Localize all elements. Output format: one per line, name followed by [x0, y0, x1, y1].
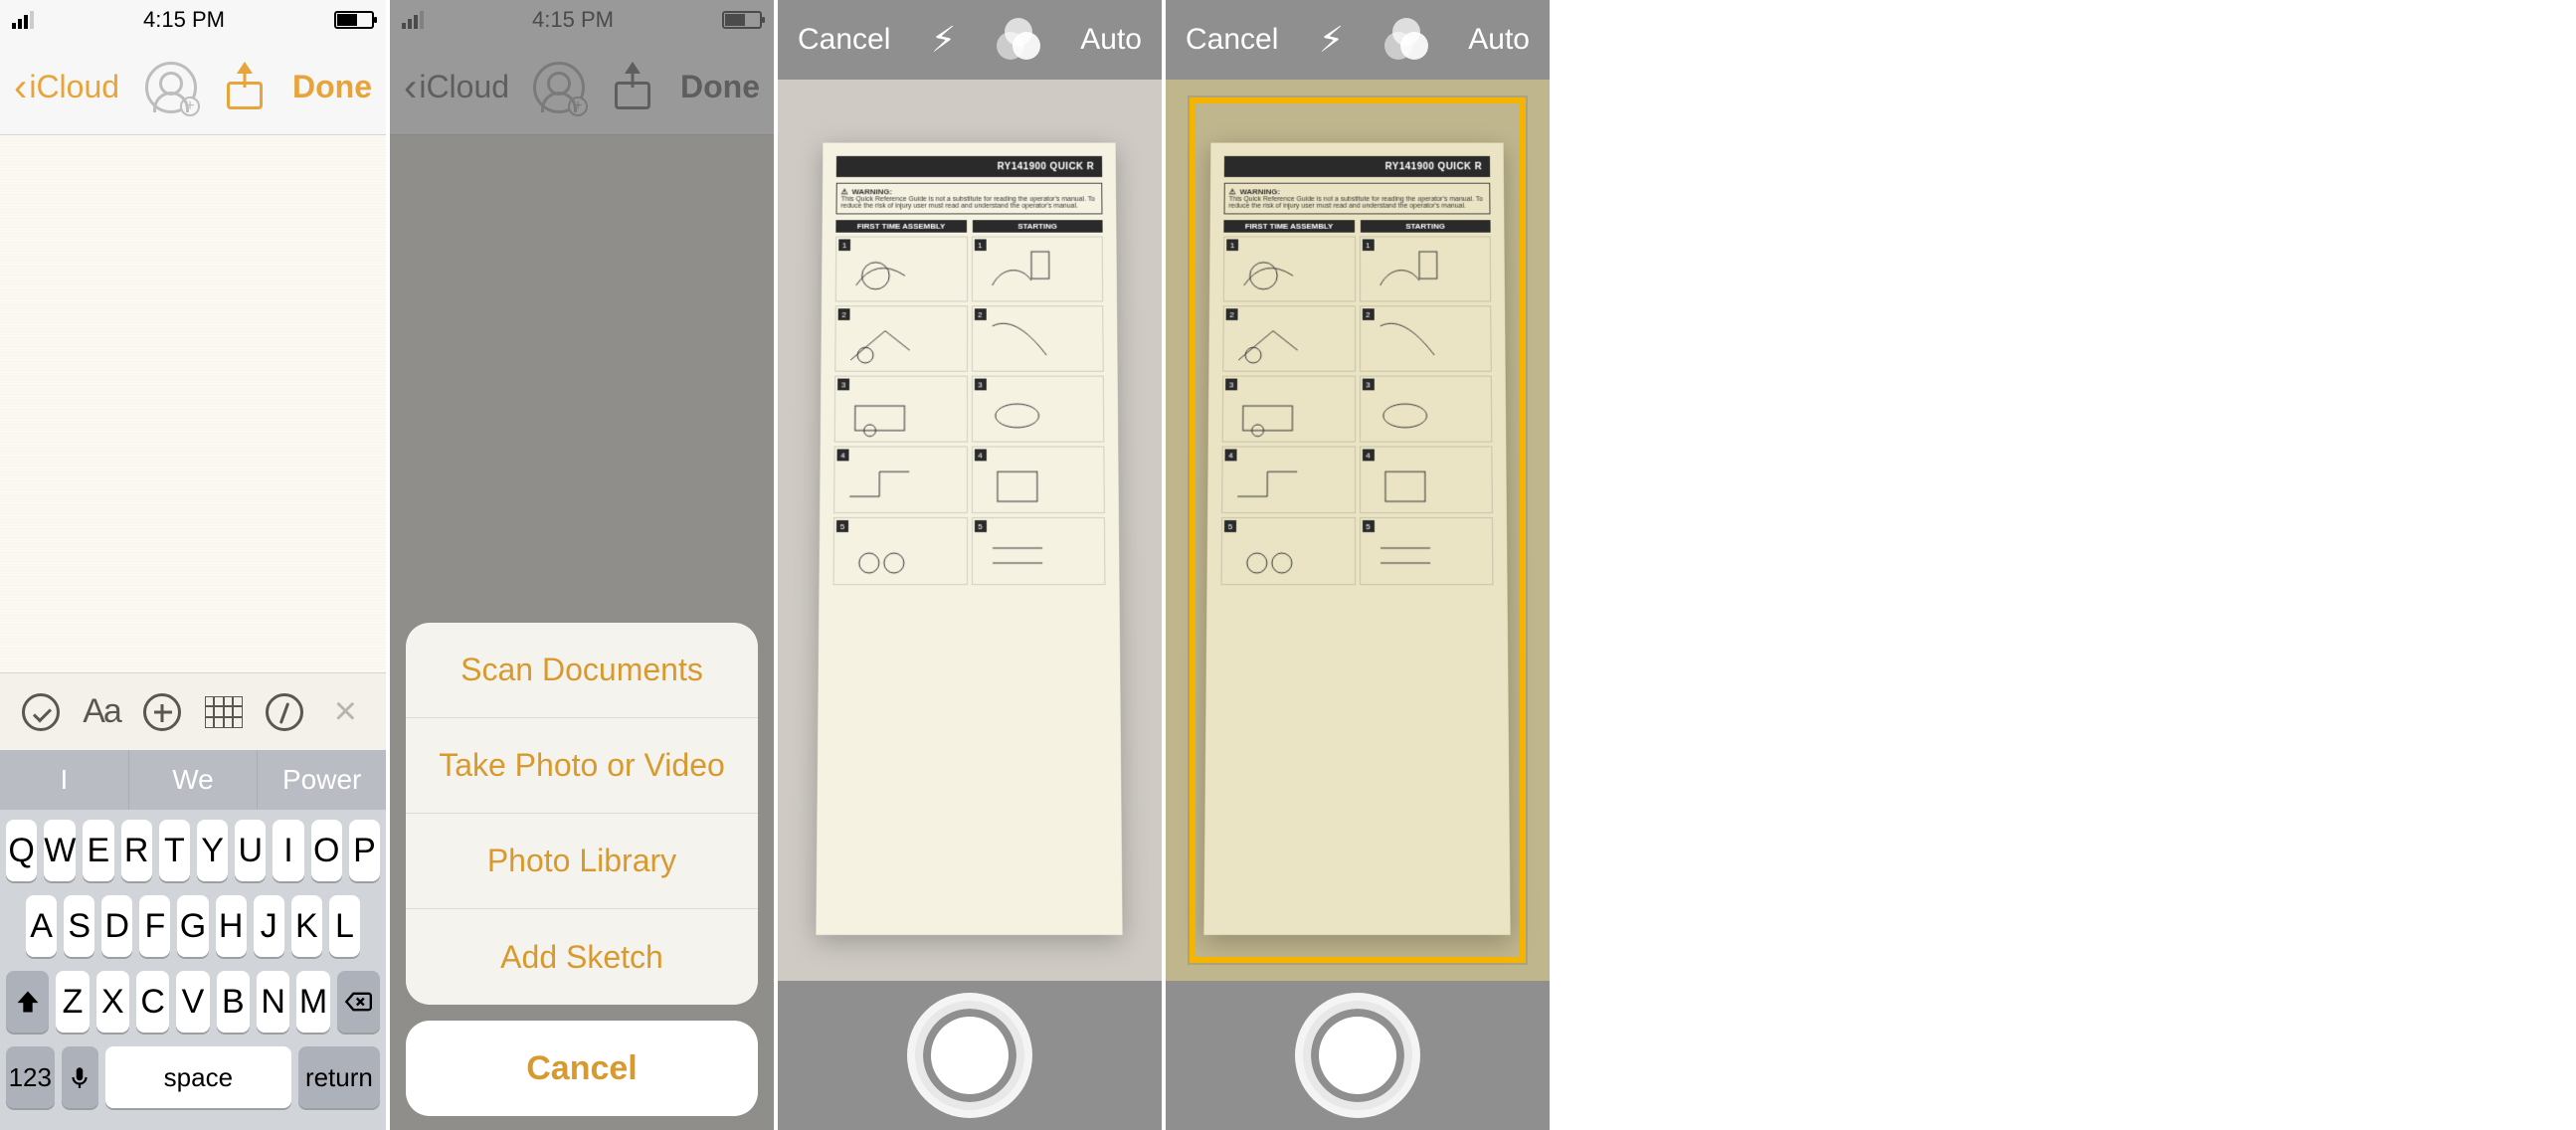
scanner-bottom-bar [778, 981, 1162, 1130]
predictive-3[interactable]: Power [258, 750, 386, 810]
notes-nav-bar: ‹ iCloud + Done [0, 40, 386, 135]
key-x[interactable]: X [96, 971, 129, 1033]
back-label: iCloud [29, 69, 119, 105]
key-row-4: 123 space return [6, 1046, 380, 1108]
key-space[interactable]: space [105, 1046, 291, 1108]
predictive-bar: I We Power [0, 750, 386, 810]
key-delete[interactable] [337, 971, 380, 1033]
status-time: 4:15 PM [143, 7, 225, 33]
key-s[interactable]: S [64, 895, 94, 957]
key-h[interactable]: H [216, 895, 247, 957]
key-123[interactable]: 123 [6, 1046, 55, 1108]
doc-warning: WARNING: This Quick Reference Guide is n… [836, 183, 1103, 215]
backspace-icon [344, 988, 372, 1016]
key-u[interactable]: U [235, 820, 266, 881]
add-attachment-icon[interactable] [141, 691, 183, 733]
doc-steps-grid: 1 1 2 2 3 3 4 4 5 5 [833, 237, 1106, 586]
key-q[interactable]: Q [6, 820, 37, 881]
cancel-button[interactable]: Cancel [798, 23, 890, 57]
key-return[interactable]: return [298, 1046, 380, 1108]
action-cancel[interactable]: Cancel [406, 1021, 758, 1116]
checklist-icon[interactable] [20, 691, 62, 733]
key-l[interactable]: L [329, 895, 360, 957]
chevron-left-icon: ‹ [14, 68, 27, 107]
done-button[interactable]: Done [292, 69, 372, 105]
action-take-photo[interactable]: Take Photo or Video [406, 718, 758, 814]
signal-icon [12, 11, 34, 29]
camera-viewfinder: RY141900 QUICK R WARNING: This Quick Ref… [1166, 80, 1550, 981]
scanner-bottom-bar [1166, 981, 1550, 1130]
action-photo-library[interactable]: Photo Library [406, 814, 758, 909]
action-scan-documents[interactable]: Scan Documents [406, 623, 758, 718]
cancel-button[interactable]: Cancel [1186, 23, 1278, 57]
status-bar: 4:15 PM [0, 0, 386, 40]
doc-warning-text: This Quick Reference Guide is not a subs… [841, 197, 1095, 210]
shutter-button[interactable] [1303, 1001, 1412, 1110]
keyboard: Q W E R T Y U I O P A S D F G H J K L [0, 810, 386, 1130]
key-p[interactable]: P [349, 820, 380, 881]
action-sheet-options: Scan Documents Take Photo or Video Photo… [406, 623, 758, 1005]
key-dictate[interactable] [62, 1046, 98, 1108]
share-icon[interactable] [227, 66, 263, 109]
markup-icon[interactable] [264, 691, 305, 733]
key-c[interactable]: C [136, 971, 169, 1033]
scanner-top-bar: Cancel ⚡︎ Auto [1166, 0, 1550, 80]
document-preview: RY141900 QUICK R WARNING: This Quick Ref… [817, 143, 1123, 936]
key-f[interactable]: F [139, 895, 170, 957]
action-add-sketch[interactable]: Add Sketch [406, 909, 758, 1005]
back-button[interactable]: ‹ iCloud [14, 68, 119, 107]
key-k[interactable]: K [291, 895, 322, 957]
doc-model: RY141900 QUICK R [836, 156, 1102, 177]
shutter-button[interactable] [915, 1001, 1024, 1110]
mic-icon [67, 1064, 92, 1090]
auto-mode-button[interactable]: Auto [1080, 23, 1142, 57]
auto-mode-button[interactable]: Auto [1468, 23, 1530, 57]
notes-format-toolbar: Aa × [0, 672, 386, 750]
text-format-icon[interactable]: Aa [81, 691, 122, 733]
key-row-3: Z X C V B N M [6, 971, 380, 1033]
key-t[interactable]: T [159, 820, 190, 881]
camera-viewfinder: RY141900 QUICK R WARNING: This Quick Ref… [778, 80, 1162, 981]
doc-section-2: STARTING [973, 221, 1103, 234]
battery-icon [334, 11, 374, 29]
key-shift[interactable] [6, 971, 49, 1033]
key-y[interactable]: Y [197, 820, 228, 881]
key-n[interactable]: N [257, 971, 289, 1033]
key-d[interactable]: D [101, 895, 132, 957]
key-j[interactable]: J [254, 895, 284, 957]
dismiss-keyboard-icon[interactable]: × [324, 691, 366, 733]
key-r[interactable]: R [121, 820, 152, 881]
note-editor[interactable] [0, 135, 386, 672]
key-row-2: A S D F G H J K L [6, 895, 380, 957]
key-w[interactable]: W [44, 820, 76, 881]
flash-icon[interactable]: ⚡︎ [931, 19, 956, 61]
predictive-1[interactable]: I [0, 750, 129, 810]
key-i[interactable]: I [273, 820, 303, 881]
key-g[interactable]: G [177, 895, 208, 957]
key-a[interactable]: A [26, 895, 57, 957]
attachment-action-sheet: Scan Documents Take Photo or Video Photo… [406, 623, 758, 1116]
doc-section-1: FIRST TIME ASSEMBLY [836, 221, 967, 234]
table-icon[interactable] [203, 691, 245, 733]
add-people-icon[interactable]: + [145, 62, 197, 113]
key-z[interactable]: Z [56, 971, 89, 1033]
key-row-1: Q W E R T Y U I O P [6, 820, 380, 881]
shift-icon [14, 988, 42, 1016]
scanner-top-bar: Cancel ⚡︎ Auto [778, 0, 1162, 80]
detected-document-frame [1190, 97, 1526, 963]
key-o[interactable]: O [311, 820, 342, 881]
flash-icon[interactable]: ⚡︎ [1319, 19, 1344, 61]
predictive-2[interactable]: We [129, 750, 259, 810]
color-filter-icon[interactable] [997, 18, 1040, 62]
key-b[interactable]: B [217, 971, 250, 1033]
color-filter-icon[interactable] [1384, 18, 1428, 62]
key-v[interactable]: V [176, 971, 209, 1033]
key-e[interactable]: E [83, 820, 113, 881]
key-m[interactable]: M [296, 971, 329, 1033]
